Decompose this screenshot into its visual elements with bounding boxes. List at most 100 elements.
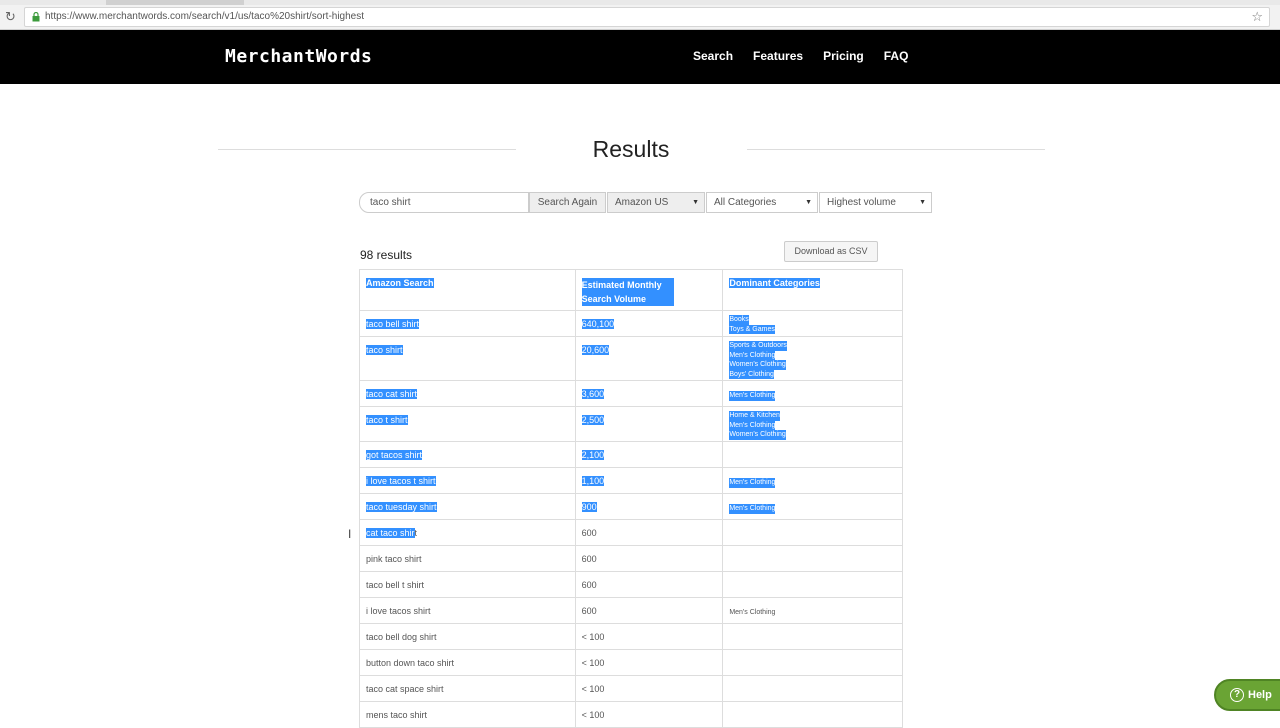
- divider-right: [747, 149, 1045, 150]
- search-term[interactable]: got tacos shirt: [366, 450, 423, 460]
- download-csv-button[interactable]: Download as CSV: [784, 241, 878, 262]
- volume-cell: 2,100: [576, 442, 724, 467]
- category-label[interactable]: Men's Clothing: [729, 391, 776, 401]
- search-term-cell[interactable]: pink taco shirt: [360, 546, 576, 571]
- question-icon: ?: [1230, 688, 1244, 703]
- category-label[interactable]: Men's Clothing: [729, 504, 776, 514]
- reload-icon[interactable]: ↻: [5, 9, 19, 25]
- table-row: mens taco shirt < 100: [360, 702, 903, 728]
- search-term-cell[interactable]: got tacos shirt: [360, 442, 576, 467]
- table-row: taco t shirt 2,500 Home & Kitchen Men's Clo…: [360, 407, 903, 442]
- url-text: https://www.merchantwords.com/search/v1/…: [45, 11, 365, 22]
- search-term[interactable]: button down taco shirt: [366, 658, 454, 668]
- categories-cell: [723, 624, 903, 649]
- search-term-cell[interactable]: mens taco shirt: [360, 702, 576, 727]
- search-term-cell[interactable]: i love tacos t shirt: [360, 468, 576, 493]
- table-row: button down taco shirt < 100: [360, 650, 903, 676]
- site-logo[interactable]: MerchantWords: [225, 46, 372, 67]
- category-label[interactable]: Women's Clothing: [729, 360, 786, 370]
- category-label[interactable]: Home & Kitchen: [729, 411, 780, 421]
- volume-cell: 900: [576, 494, 724, 519]
- volume-cell: < 100: [576, 702, 724, 727]
- marketplace-select[interactable]: Amazon US ▼: [607, 192, 705, 213]
- category-label[interactable]: Sports & Outdoors: [729, 341, 787, 351]
- nav-link-pricing[interactable]: Pricing: [823, 49, 864, 63]
- table-row: taco bell dog shirt < 100: [360, 624, 903, 650]
- nav-link-features[interactable]: Features: [753, 49, 803, 63]
- search-term[interactable]: cat taco shirt: [366, 528, 417, 538]
- search-term-cell[interactable]: taco cat space shirt: [360, 676, 576, 701]
- search-term[interactable]: i love tacos shirt: [366, 606, 431, 616]
- header-amazon-search[interactable]: Amazon Search: [360, 270, 576, 310]
- header-dominant-categories[interactable]: Dominant Categories: [723, 270, 903, 310]
- help-button[interactable]: ? Help: [1214, 679, 1280, 711]
- lock-icon: [32, 12, 40, 22]
- volume-cell: 1,100: [576, 468, 724, 493]
- bookmark-star-icon[interactable]: ☆: [1251, 9, 1263, 25]
- search-term[interactable]: taco bell t shirt: [366, 580, 424, 590]
- volume-cell: 640,100: [576, 311, 724, 336]
- search-term[interactable]: taco bell dog shirt: [366, 632, 437, 642]
- search-term-cell[interactable]: taco t shirt: [360, 407, 576, 441]
- search-term[interactable]: taco shirt: [366, 345, 403, 355]
- category-label[interactable]: Toys & Games: [729, 324, 775, 334]
- volume-cell: 600: [576, 572, 724, 597]
- search-term-cell[interactable]: i love tacos shirt: [360, 598, 576, 623]
- volume-cell: < 100: [576, 624, 724, 649]
- category-label[interactable]: Men's Clothing: [729, 420, 776, 430]
- search-again-button[interactable]: Search Again: [529, 192, 606, 213]
- header-monthly-volume[interactable]: Estimated Monthly Search Volume: [576, 270, 724, 310]
- search-term-cell[interactable]: cat taco shirt: [360, 520, 576, 545]
- search-volume: < 100: [581, 658, 605, 668]
- text-cursor-icon: I: [348, 527, 352, 541]
- sort-select[interactable]: Highest volume ▼: [819, 192, 932, 213]
- search-term[interactable]: taco cat space shirt: [366, 684, 444, 694]
- address-bar[interactable]: https://www.merchantwords.com/search/v1/…: [24, 7, 1270, 27]
- search-volume: < 100: [581, 710, 605, 720]
- search-term-cell[interactable]: taco cat shirt: [360, 381, 576, 406]
- nav-link-faq[interactable]: FAQ: [884, 49, 909, 63]
- search-term-cell[interactable]: button down taco shirt: [360, 650, 576, 675]
- category-label[interactable]: Men's Clothing: [729, 478, 776, 488]
- volume-cell: 3,600: [576, 381, 724, 406]
- browser-toolbar: ↻ https://www.merchantwords.com/search/v…: [0, 5, 1280, 30]
- search-input[interactable]: [359, 192, 529, 213]
- category-label[interactable]: Boys' Clothing: [729, 369, 774, 379]
- nav-link-search[interactable]: Search: [693, 49, 733, 63]
- category-label[interactable]: Men's Clothing: [729, 608, 775, 618]
- page-title: Results: [592, 136, 670, 162]
- search-term[interactable]: taco bell shirt: [366, 319, 420, 329]
- search-term[interactable]: mens taco shirt: [366, 710, 427, 720]
- table-row: i love tacos t shirt 1,100 Men's Clothing: [360, 468, 903, 494]
- category-label[interactable]: Women's Clothing: [729, 430, 786, 440]
- search-volume: 640,100: [581, 319, 615, 329]
- search-term[interactable]: taco tuesday shirt: [366, 502, 437, 512]
- search-term[interactable]: taco t shirt: [366, 415, 408, 425]
- search-volume: 2,100: [581, 450, 605, 460]
- search-term[interactable]: pink taco shirt: [366, 554, 422, 564]
- search-term-cell[interactable]: taco bell t shirt: [360, 572, 576, 597]
- table-row: taco shirt 20,600 Sports & Outdoors Men's C…: [360, 337, 903, 381]
- table-row: i love tacos shirt 600 Men's Clothing: [360, 598, 903, 624]
- search-term[interactable]: i love tacos t shirt: [366, 476, 436, 486]
- search-term[interactable]: taco cat shirt: [366, 389, 418, 399]
- search-term-cell[interactable]: taco tuesday shirt: [360, 494, 576, 519]
- chevron-down-icon: ▼: [692, 199, 699, 206]
- sort-select-value: Highest volume: [827, 197, 896, 208]
- volume-cell: 600: [576, 546, 724, 571]
- search-volume: 1,100: [581, 476, 605, 486]
- table-row: taco tuesday shirt 900 Men's Clothing: [360, 494, 903, 520]
- table-body: taco bell shirt 640,100 Books Toys & Games t…: [360, 311, 903, 728]
- category-select-value: All Categories: [714, 197, 777, 208]
- category-label[interactable]: Men's Clothing: [729, 350, 776, 360]
- categories-cell: [723, 650, 903, 675]
- results-table: Amazon Search Estimated Monthly Search V…: [359, 269, 903, 728]
- search-volume: 600: [581, 554, 597, 564]
- nav-links: Search Features Pricing FAQ: [693, 49, 928, 63]
- category-label[interactable]: Books: [729, 315, 749, 325]
- search-term-cell[interactable]: taco shirt: [360, 337, 576, 380]
- categories-cell: [723, 572, 903, 597]
- category-select[interactable]: All Categories ▼: [706, 192, 818, 213]
- search-term-cell[interactable]: taco bell dog shirt: [360, 624, 576, 649]
- search-term-cell[interactable]: taco bell shirt: [360, 311, 576, 336]
